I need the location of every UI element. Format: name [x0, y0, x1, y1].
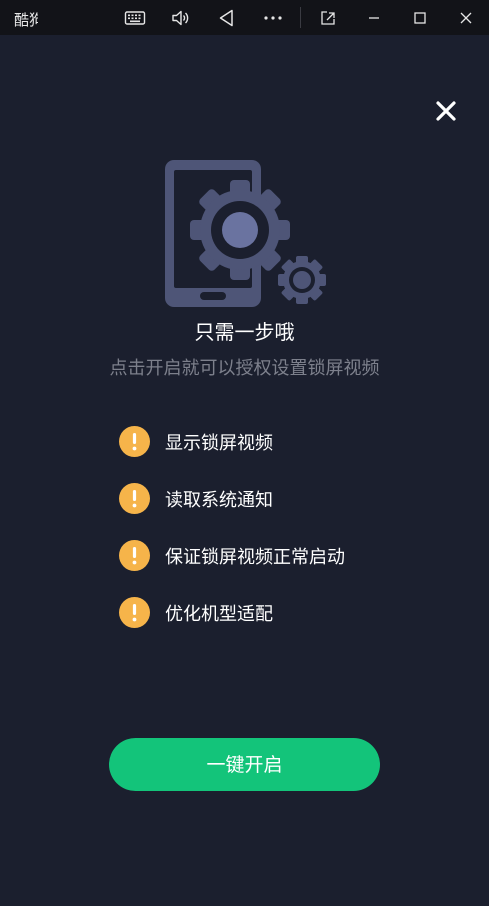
back-icon[interactable] — [216, 7, 238, 29]
titlebar-divider — [300, 7, 301, 28]
enable-all-button[interactable]: 一键开启 — [109, 738, 380, 791]
permission-label: 显示锁屏视频 — [165, 433, 273, 454]
more-icon[interactable] — [262, 7, 284, 29]
permission-label: 优化机型适配 — [165, 604, 273, 625]
app-title: 酷狗 — [14, 11, 38, 29]
close-x-icon — [436, 101, 456, 121]
dialog-close-button[interactable] — [432, 97, 460, 125]
dialog-headline: 只需一步哦 — [194, 320, 295, 344]
popout-icon[interactable] — [317, 7, 339, 29]
warning-icon — [119, 426, 150, 457]
minimize-icon[interactable] — [363, 7, 385, 29]
permission-label: 保证锁屏视频正常启动 — [165, 547, 345, 568]
warning-icon — [119, 483, 150, 514]
volume-icon[interactable] — [170, 7, 192, 29]
maximize-icon[interactable] — [409, 7, 431, 29]
warning-icon — [119, 540, 150, 571]
permission-label: 读取系统通知 — [165, 490, 273, 511]
warning-icon — [119, 597, 150, 628]
keyboard-icon[interactable] — [124, 7, 146, 29]
window-titlebar: 酷狗 — [0, 0, 489, 35]
close-icon[interactable] — [455, 7, 477, 29]
phone-gears-icon — [162, 158, 330, 310]
dialog-subline: 点击开启就可以授权设置锁屏视频 — [109, 358, 380, 379]
